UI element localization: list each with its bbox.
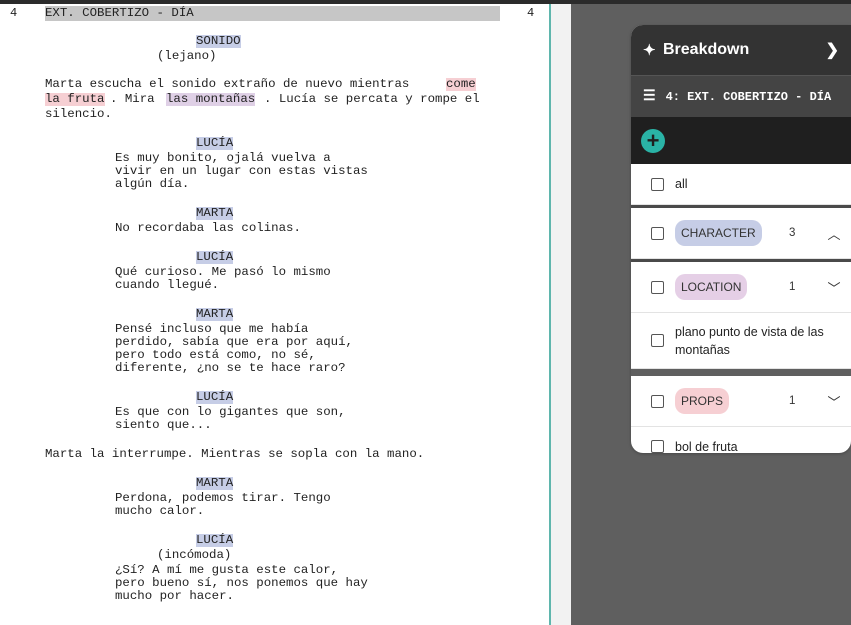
script-line: LUCÍA [196,136,234,151]
scene-heading[interactable]: EXT. COBERTIZO - DÍA [45,6,500,21]
script-line: LUCÍA [196,250,234,265]
item-checkbox[interactable] [651,334,664,347]
category-count: 1 [789,281,796,293]
chevron-right-icon[interactable]: ❯ [826,40,839,60]
script-page[interactable]: 4 EXT. COBERTIZO - DÍA 4 SONIDO (lejano) M… [0,4,551,625]
menu-icon: ☰ [643,89,656,105]
script-line: MARTA [196,476,234,491]
breakdown-item[interactable]: plano punto de vista de las montañas [631,313,851,369]
script-line: LUCÍA [196,390,234,405]
script-line: SONIDO [196,34,241,49]
add-element-button[interactable]: + [641,128,665,153]
script-line: (incómoda) [157,548,232,562]
add-toolbar: + [631,117,851,164]
category-list: CHARACTER 3 ︿ LOCATION 1 ﹀ plano punto de vist… [631,208,851,453]
all-row[interactable]: all [631,164,851,205]
breakdown-header[interactable]: ✦ Breakdown ❯ [631,25,851,75]
script-line: Marta la interrumpe. Mientras se sopla c… [45,447,425,461]
chevron-up-icon[interactable]: ︿ [817,224,851,243]
script-line: cuando llegué. [115,278,220,292]
script-line: MARTA [196,307,234,322]
breakdown-panel: ✦ Breakdown ❯ ☰ 4: EXT. COBERTIZO - DÍA … [631,25,851,453]
item-label: bol de fruta [675,439,738,454]
all-checkbox[interactable] [651,177,664,191]
scene-number-right: 4 [527,6,535,20]
script-line: diferente, ¿no se te hace raro? [115,361,346,375]
script-line: . Mira [110,92,163,106]
script-line: (lejano) [157,49,217,63]
script-line: come [446,77,476,92]
script-line: No recordaba las colinas. [115,221,301,235]
item-checkbox[interactable] [651,440,664,453]
category-checkbox[interactable] [651,226,664,240]
category-row-character[interactable]: CHARACTER 3 ︿ [631,208,851,259]
breakdown-title: Breakdown [663,41,750,58]
scene-number-left: 4 [10,6,18,20]
breakdown-item[interactable]: bol de fruta [631,427,851,453]
all-label: all [675,177,688,191]
category-tag[interactable]: PROPS [675,388,730,414]
script-line: mucho por hacer. [115,589,234,603]
script-line: la fruta [45,92,105,107]
script-line: algún día. [115,177,190,191]
chevron-down-icon[interactable]: ﹀ [817,278,851,297]
script-line: LUCÍA [196,533,234,548]
scene-label: 4: EXT. COBERTIZO - DÍA [665,89,832,104]
divider [631,369,851,376]
category-tag[interactable]: LOCATION [675,274,748,300]
category-tag[interactable]: CHARACTER [675,220,762,246]
category-count: 3 [789,227,796,239]
script-line: las montañas [166,92,256,107]
item-label: plano punto de vista de las montañas [675,324,824,357]
page-gutter [551,4,571,625]
category-count: 1 [789,395,796,407]
category-row-location[interactable]: LOCATION 1 ﹀ [631,262,851,313]
script-line: Marta escucha el sonido extraño de nuevo… [45,77,417,91]
category-row-props[interactable]: PROPS 1 ﹀ [631,376,851,427]
script-line: . Lucía se percata y rompe el [264,92,480,106]
category-checkbox[interactable] [651,280,664,294]
magic-wand-icon: ✦ [643,42,656,59]
chevron-down-icon[interactable]: ﹀ [817,392,851,411]
category-checkbox[interactable] [651,394,664,408]
scene-heading-text: EXT. COBERTIZO - DÍA [45,6,194,20]
scene-selector[interactable]: ☰ 4: EXT. COBERTIZO - DÍA [631,75,851,117]
script-line: siento que... [115,418,212,432]
script-line: silencio. [45,107,112,121]
script-line: mucho calor. [115,504,205,518]
script-line: MARTA [196,206,234,221]
